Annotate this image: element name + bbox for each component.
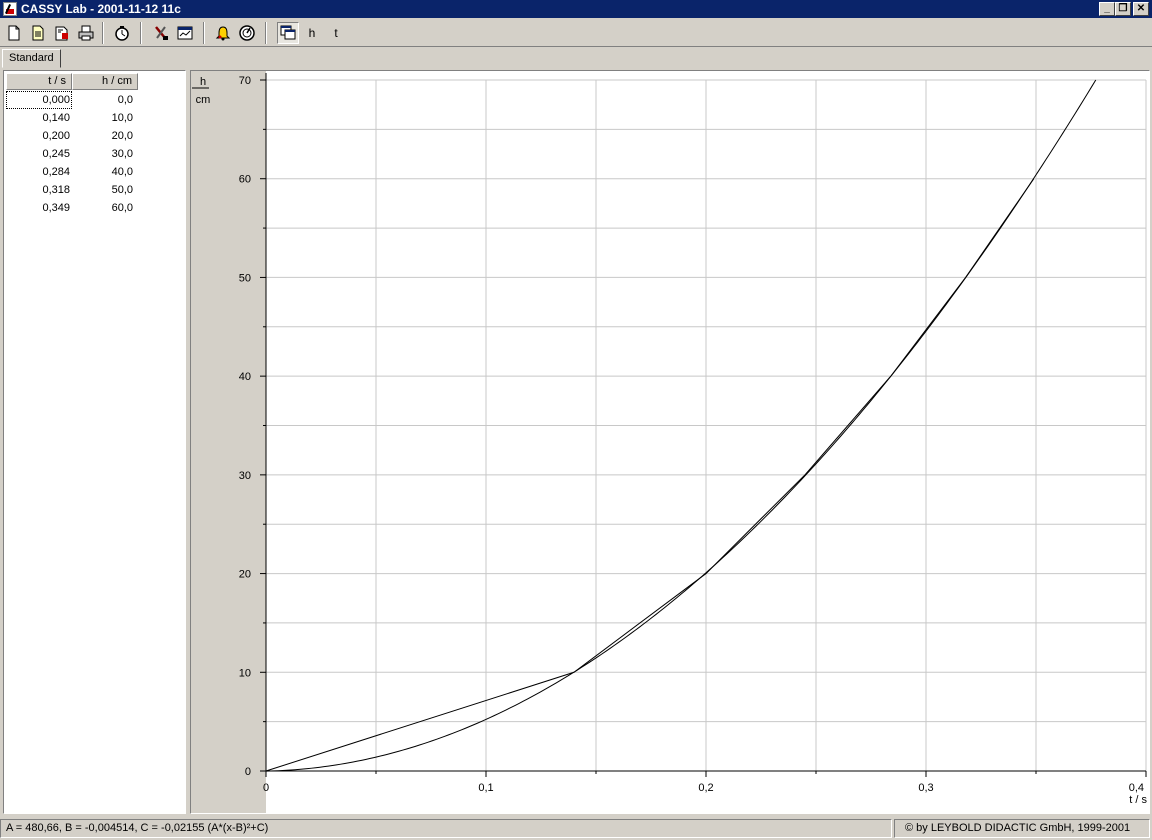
table-cell-t[interactable]: 0,245: [6, 145, 72, 163]
new-button[interactable]: [3, 22, 25, 44]
table-cell-t[interactable]: 0,000: [6, 91, 72, 109]
open-button[interactable]: [27, 22, 49, 44]
fit-parameters-text: A = 480,66, B = -0,004514, C = -0,02155 …: [0, 819, 892, 838]
tab-standard[interactable]: Standard: [2, 49, 61, 68]
print-icon: [78, 25, 94, 41]
y-axis-label-unit: cm: [196, 94, 211, 106]
toolbar-separator: [203, 22, 205, 44]
measurement-button[interactable]: [111, 22, 133, 44]
y-tick-label: 60: [239, 174, 251, 186]
close-button[interactable]: ✕: [1133, 2, 1149, 16]
y-axis-label-symbol: h: [200, 76, 206, 88]
dial-button[interactable]: [236, 22, 258, 44]
plot-background[interactable]: [266, 71, 1149, 813]
table-cell-h[interactable]: 40,0: [72, 163, 138, 181]
stopwatch-icon: [115, 26, 129, 41]
save-document-icon: [55, 26, 68, 41]
table-cell-t[interactable]: 0,200: [6, 127, 72, 145]
y-tick-label: 70: [239, 75, 251, 87]
x-tick-label: 0,1: [478, 782, 493, 794]
window-select-button[interactable]: [277, 22, 299, 44]
measurement-dial-icon: [239, 25, 255, 41]
title-bar[interactable]: CASSY Lab - 2001-11-12 11c _ ❐ ✕: [0, 0, 1152, 18]
x-tick-label: 0,4: [1129, 782, 1144, 794]
y-tick-label: 20: [239, 569, 251, 581]
new-document-icon: [8, 25, 20, 41]
y-tick-label: 40: [239, 371, 251, 383]
cassy-lab-window: CASSY Lab - 2001-11-12 11c _ ❐ ✕ h t Sta…: [0, 0, 1152, 840]
toolbar-separator: [140, 22, 142, 44]
table-cell-t[interactable]: 0,284: [6, 163, 72, 181]
table-cell-h[interactable]: 20,0: [72, 127, 138, 145]
toolbar: h t: [0, 19, 1152, 47]
y-tick-label: 0: [245, 766, 251, 778]
x-tick-label: 0,2: [698, 782, 713, 794]
table-cell-h[interactable]: 10,0: [72, 109, 138, 127]
data-table[interactable]: t / s h / cm 0,000 0,0 0,140 10,0 0,200 20,0 0…: [3, 70, 186, 814]
warning-bell-icon: [215, 26, 231, 41]
window-title: CASSY Lab - 2001-11-12 11c: [21, 2, 181, 16]
alarm-button[interactable]: [212, 22, 234, 44]
window-select-icon: [280, 25, 296, 40]
y-tick-label: 30: [239, 470, 251, 482]
table-cell-h[interactable]: 50,0: [72, 181, 138, 199]
copyright-text: © by LEYBOLD DIDACTIC GmbH, 1999-2001: [894, 819, 1150, 838]
tab-strip: Standard: [0, 48, 1152, 68]
h-toggle-button[interactable]: h: [301, 22, 323, 44]
minimize-button[interactable]: _: [1099, 2, 1115, 16]
y-tick-label: 10: [239, 667, 251, 679]
display-button[interactable]: [174, 22, 196, 44]
height-time-chart[interactable]: 0 0,1 0,2 0,3 0,4 0 10 20 30 40 50 60 70 h cm t / s: [191, 71, 1149, 813]
toolbar-separator: [102, 22, 104, 44]
graph-panel[interactable]: 0 0,1 0,2 0,3 0,4 0 10 20 30 40 50 60 70 h cm t / s: [190, 70, 1150, 814]
y-tick-label: 50: [239, 272, 251, 284]
print-button[interactable]: [75, 22, 97, 44]
column-header-h[interactable]: h / cm: [72, 73, 138, 90]
toolbar-separator: [265, 22, 267, 44]
settings-tools-icon: [155, 26, 168, 40]
display-window-icon: [177, 26, 193, 40]
restore-button[interactable]: ❐: [1115, 2, 1131, 16]
status-bar: A = 480,66, B = -0,004514, C = -0,02155 …: [0, 818, 1152, 840]
x-tick-label: 0,3: [918, 782, 933, 794]
table-cell-t[interactable]: 0,349: [6, 199, 72, 217]
column-header-t[interactable]: t / s: [6, 73, 72, 90]
open-document-icon: [32, 25, 44, 41]
app-icon[interactable]: [3, 2, 17, 16]
x-axis-label: t / s: [1129, 794, 1147, 806]
settings-button[interactable]: [150, 22, 172, 44]
table-cell-t[interactable]: 0,140: [6, 109, 72, 127]
table-cell-h[interactable]: 60,0: [72, 199, 138, 217]
table-cell-h[interactable]: 0,0: [72, 91, 138, 109]
save-button[interactable]: [51, 22, 73, 44]
table-cell-t[interactable]: 0,318: [6, 181, 72, 199]
table-cell-h[interactable]: 30,0: [72, 145, 138, 163]
x-tick-label: 0: [263, 782, 269, 794]
t-toggle-button[interactable]: t: [325, 22, 347, 44]
